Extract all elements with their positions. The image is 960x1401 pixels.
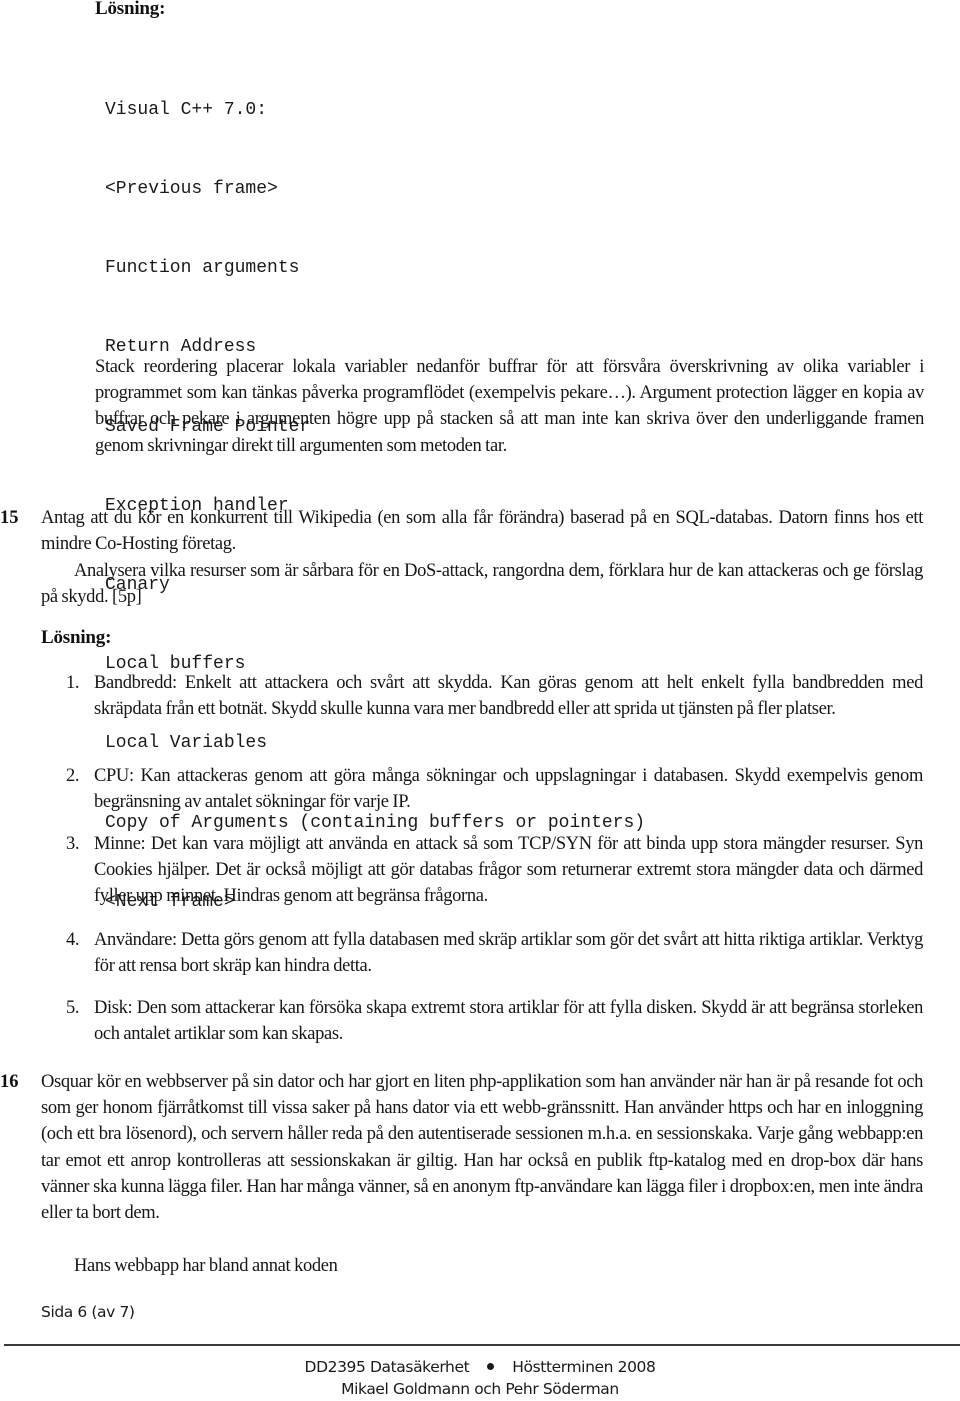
footer-term: Höstterminen 2008: [512, 1358, 656, 1376]
footer-divider: [4, 1344, 960, 1346]
solution-list-item: 3. Minne: Det kan vara möjligt att använ…: [66, 831, 923, 910]
footer-course: DD2395 Datasäkerhet: [304, 1358, 470, 1376]
list-item-number: 4.: [66, 930, 80, 950]
list-item-text: CPU: Kan attackeras genom att göra många…: [94, 766, 923, 813]
question-15-text: Antag att du kör en konkurrent till Wiki…: [41, 508, 923, 555]
list-item-text: Bandbredd: Enkelt att attackera och svår…: [94, 673, 923, 720]
list-item-text: Minne: Det kan vara möjligt att använda …: [94, 834, 923, 907]
bullet-icon: [487, 1363, 495, 1370]
solution-list-item: 2. CPU: Kan attackeras genom att göra må…: [66, 763, 923, 815]
solution-list-item: 5. Disk: Den som attackerar kan försöka …: [66, 995, 923, 1047]
question-16-text: Osquar kör en webbserver på sin dator oc…: [41, 1072, 923, 1224]
question-15-task-text: Analysera vilka resurser som är sårbara …: [41, 561, 923, 608]
solution-heading-15: Lösning:: [41, 627, 112, 648]
code-line: Function arguments: [105, 258, 300, 279]
stack-protection-explanation: Stack reordering placerar lokala variabl…: [95, 357, 924, 456]
list-item-number: 1.: [66, 673, 80, 693]
code-line: Local Variables: [105, 733, 268, 754]
code-line: Visual C++ 7.0:: [105, 99, 268, 120]
solution-heading-top: Lösning:: [95, 0, 166, 19]
footer-line-1: DD2395 Datasäkerhet Höstterminen 2008: [0, 1355, 960, 1379]
question-16-followup-text: Hans webbapp har bland annat koden: [74, 1256, 338, 1276]
question-number-15: 15: [0, 508, 19, 528]
list-item-text: Disk: Den som attackerar kan försöka ska…: [94, 998, 923, 1045]
page-number: Sida 6 (av 7): [41, 1303, 135, 1321]
question-15-task: Analysera vilka resurser som är sårbara …: [41, 558, 923, 610]
solution-list-item: 1. Bandbredd: Enkelt att attackera och s…: [66, 670, 923, 722]
footer-authors: Mikael Goldmann och Pehr Söderman: [341, 1380, 619, 1398]
list-item-number: 2.: [66, 766, 80, 786]
list-item-number: 3.: [66, 834, 80, 854]
solution-list-item: 4. Användare: Detta görs genom att fylla…: [66, 927, 923, 979]
question-16-followup: Hans webbapp har bland annat koden: [41, 1253, 923, 1279]
code-line: <Previous frame>: [105, 179, 278, 200]
list-item-text: Användare: Detta görs genom att fylla da…: [94, 930, 923, 977]
question-number-16: 16: [0, 1072, 19, 1092]
list-item-number: 5.: [66, 998, 80, 1018]
